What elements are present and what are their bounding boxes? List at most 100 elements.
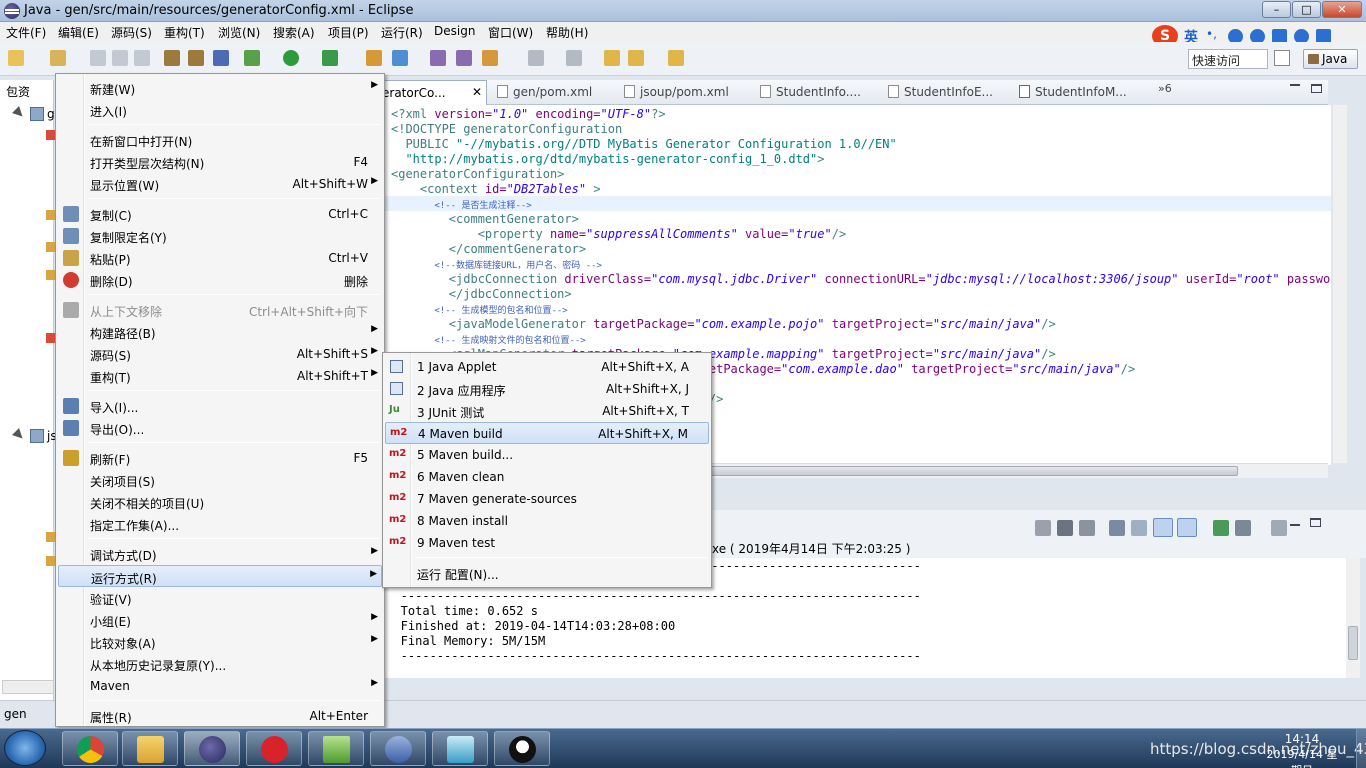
- menu-project[interactable]: 项目(P): [328, 24, 369, 41]
- context-menu-item[interactable]: 小组(E) ▶: [58, 609, 382, 631]
- run-as-item[interactable]: m2 5 Maven build...: [385, 444, 709, 466]
- editor-vscrollbar[interactable]: [1333, 105, 1347, 463]
- debug-icon[interactable]: [244, 50, 260, 66]
- run-as-item[interactable]: 运行 配置(N)...: [385, 562, 709, 584]
- context-menu-item[interactable]: 粘贴(P) Ctrl+V: [58, 247, 382, 269]
- menu-run[interactable]: 运行(R): [381, 24, 423, 41]
- run-as-item[interactable]: m2 8 Maven install: [385, 510, 709, 532]
- close-button[interactable]: ✕: [1322, 1, 1362, 18]
- taskbar-qq[interactable]: [494, 731, 550, 766]
- context-menu-item[interactable]: 打开类型层次结构(N) F4: [58, 151, 382, 173]
- tab-overflow-button[interactable]: »6: [1158, 82, 1172, 95]
- search-icon[interactable]: [456, 50, 472, 66]
- context-menu-item[interactable]: 复制(C) Ctrl+C: [58, 203, 382, 225]
- menu-file[interactable]: 文件(F): [6, 24, 46, 41]
- clear-console-icon[interactable]: [1109, 520, 1125, 536]
- prev-annotation-icon[interactable]: [566, 50, 582, 66]
- menu-edit[interactable]: 编辑(E): [58, 24, 99, 41]
- menu-search[interactable]: 搜索(A): [273, 24, 315, 41]
- context-menu-item[interactable]: 构建路径(B) ▶: [58, 321, 382, 343]
- run-as-item[interactable]: m2 9 Maven test: [385, 532, 709, 554]
- scroll-lock-icon[interactable]: [1131, 520, 1147, 536]
- minimize-editor-icon[interactable]: [1290, 84, 1300, 86]
- context-menu-item[interactable]: 显示位置(W) Alt+Shift+W ▶: [58, 173, 382, 195]
- taskbar-chrome[interactable]: [62, 731, 118, 766]
- context-menu-item[interactable]: 指定工作集(A)...: [58, 513, 382, 535]
- close-tab-icon[interactable]: ✕: [472, 85, 482, 99]
- start-button[interactable]: [4, 730, 46, 766]
- context-menu-item[interactable]: 关闭不相关的项目(U): [58, 491, 382, 513]
- taskbar-clock[interactable]: 14:14 2019/4/14 星期日: [1262, 731, 1342, 768]
- quick-access-input[interactable]: 快速访问: [1188, 49, 1268, 69]
- menu-window[interactable]: 窗口(W): [488, 24, 533, 41]
- pin-console-icon[interactable]: [1213, 520, 1229, 536]
- context-menu-item[interactable]: 属性(R) Alt+Enter: [58, 705, 382, 727]
- new-class-icon[interactable]: [392, 50, 408, 66]
- external-tools-icon[interactable]: [322, 50, 338, 66]
- new-package-icon[interactable]: [50, 50, 66, 66]
- explorer-hscrollbar[interactable]: [2, 680, 54, 694]
- run-as-item[interactable]: m2 7 Maven generate-sources: [385, 488, 709, 510]
- tab-generatorconfig[interactable]: eratorCo... ✕: [382, 80, 487, 106]
- taskbar-notepad[interactable]: [308, 731, 364, 766]
- context-menu-item[interactable]: 新建(W) ▶: [58, 77, 382, 99]
- context-menu-item[interactable]: 刷新(F) F5: [58, 447, 382, 469]
- forward-icon[interactable]: [668, 50, 684, 66]
- save-icon[interactable]: [90, 50, 106, 66]
- new-java-project-icon[interactable]: [366, 50, 382, 66]
- context-menu-item[interactable]: 复制限定名(Y): [58, 225, 382, 247]
- context-menu-item[interactable]: 进入(I): [58, 99, 382, 121]
- run-as-item[interactable]: 2 Java 应用程序 Alt+Shift+X, J: [385, 378, 709, 400]
- run-icon[interactable]: [283, 50, 299, 66]
- taskbar-eclipse[interactable]: [184, 731, 240, 766]
- open-type-icon[interactable]: [164, 50, 180, 66]
- tab-studentinfoe[interactable]: StudentInfoE...: [888, 85, 993, 99]
- menu-refactor[interactable]: 重构(T): [164, 24, 205, 41]
- context-menu-item[interactable]: 在新窗口中打开(N): [58, 129, 382, 151]
- open-perspective-icon[interactable]: [430, 50, 446, 66]
- tab-jsoup-pom[interactable]: jsoup/pom.xml: [624, 85, 729, 99]
- run-as-item[interactable]: Ju 3 JUnit 测试 Alt+Shift+X, T: [385, 400, 709, 422]
- console-vscroll-thumb[interactable]: [1348, 626, 1358, 660]
- run-as-item[interactable]: m2 4 Maven build Alt+Shift+X, M: [385, 422, 709, 444]
- context-menu-item[interactable]: 关闭项目(S): [58, 469, 382, 491]
- tab-studentinfom[interactable]: StudentInfoM...: [1019, 85, 1127, 99]
- remove-launch-icon[interactable]: [1057, 520, 1073, 536]
- next-annotation-icon[interactable]: [528, 50, 544, 66]
- menu-navigate[interactable]: 浏览(N): [218, 24, 260, 41]
- open-task-icon[interactable]: [188, 50, 204, 66]
- context-menu-item[interactable]: 源码(S) Alt+Shift+S ▶: [58, 343, 382, 365]
- edit-icon[interactable]: [482, 50, 498, 66]
- minimize-console-icon[interactable]: [1290, 524, 1300, 526]
- menu-source[interactable]: 源码(S): [111, 24, 152, 41]
- terminate-icon[interactable]: [1035, 520, 1051, 536]
- console-vscrollbar[interactable]: [1346, 558, 1360, 678]
- open-perspective-button[interactable]: [1274, 50, 1290, 66]
- maximize-button[interactable]: □: [1292, 1, 1321, 18]
- taskbar-workbench[interactable]: [432, 731, 488, 766]
- context-menu-item[interactable]: 重构(T) Alt+Shift+T ▶: [58, 365, 382, 387]
- taskbar-netease-music[interactable]: [246, 731, 302, 766]
- taskbar-dolphin[interactable]: [370, 731, 426, 766]
- tab-gen-pom[interactable]: gen/pom.xml: [497, 85, 592, 99]
- context-menu-item[interactable]: Maven ▶: [58, 675, 382, 697]
- context-menu-item[interactable]: 删除(D) 删除: [58, 269, 382, 291]
- maximize-editor-icon[interactable]: [1311, 84, 1322, 93]
- show-desktop-button[interactable]: [1356, 729, 1366, 768]
- display-console-icon[interactable]: [1235, 520, 1251, 536]
- back-icon[interactable]: [628, 50, 644, 66]
- run-as-item[interactable]: m2 6 Maven clean: [385, 466, 709, 488]
- ime-punctuation[interactable]: •,: [1206, 27, 1217, 41]
- tab-studentinfo[interactable]: StudentInfo....: [760, 85, 861, 99]
- java-perspective-button[interactable]: Java: [1303, 49, 1358, 69]
- context-menu-item[interactable]: 导出(O)...: [58, 417, 382, 439]
- skip-breakpoints-icon[interactable]: [213, 50, 229, 66]
- last-edit-icon[interactable]: [604, 50, 620, 66]
- maximize-console-icon[interactable]: [1310, 518, 1321, 527]
- context-menu-item[interactable]: 导入(I)...: [58, 395, 382, 417]
- context-menu-item[interactable]: 验证(V): [58, 587, 382, 609]
- save-all-icon[interactable]: [112, 50, 128, 66]
- show-on-output-icon[interactable]: [1153, 518, 1173, 537]
- open-console-icon[interactable]: [1271, 520, 1287, 536]
- new-icon[interactable]: [8, 50, 24, 66]
